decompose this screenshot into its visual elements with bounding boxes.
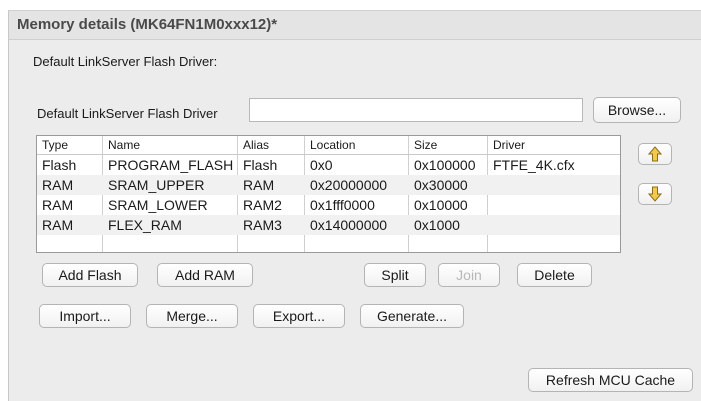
export-button[interactable]: Export... [253,304,345,328]
cell-alias[interactable]: RAM2 [243,197,282,213]
cell-location[interactable]: 0x14000000 [310,217,387,233]
cell-alias[interactable]: Flash [243,157,277,173]
panel-title: Memory details (MK64FN1M0xxx12)* [17,16,278,33]
cell-size[interactable]: 0x100000 [414,157,476,173]
header-alias[interactable]: Alias [243,138,269,152]
split-button[interactable]: Split [364,263,426,287]
move-up-button[interactable] [638,143,672,165]
add-ram-button[interactable]: Add RAM [157,263,253,287]
cell-size[interactable]: 0x30000 [414,177,468,193]
add-flash-button[interactable]: Add Flash [42,263,138,287]
header-size[interactable]: Size [414,138,437,152]
table-header: Type Name Alias Location Size Driver [37,136,620,155]
cell-type: RAM [42,197,74,213]
cell-size[interactable]: 0x1000 [414,217,460,233]
header-name[interactable]: Name [108,138,140,152]
cell-type: RAM [42,217,74,233]
header-driver[interactable]: Driver [493,138,525,152]
import-button[interactable]: Import... [39,304,131,328]
cell-alias[interactable]: RAM [243,177,274,193]
header-location[interactable]: Location [310,138,355,152]
table-row[interactable]: RAM SRAM_UPPER RAM 0x20000000 0x30000 [37,175,620,195]
table-row-empty [37,235,620,252]
driver-section-label: Default LinkServer Flash Driver: [33,54,218,69]
merge-button[interactable]: Merge... [146,304,238,328]
title-bar: Memory details (MK64FN1M0xxx12)* [9,11,701,40]
cell-location[interactable]: 0x1fff0000 [310,197,375,213]
join-button[interactable]: Join [438,263,500,287]
cell-name[interactable]: SRAM_UPPER [108,177,204,193]
table-row[interactable]: RAM FLEX_RAM RAM3 0x14000000 0x1000 [37,215,620,235]
delete-button[interactable]: Delete [517,263,592,287]
cell-size[interactable]: 0x10000 [414,197,468,213]
driver-path-input[interactable] [249,98,583,122]
arrow-up-icon [648,146,662,162]
cell-location[interactable]: 0x0 [310,157,333,173]
memory-details-panel: Memory details (MK64FN1M0xxx12)* Default… [8,10,701,401]
browse-button[interactable]: Browse... [593,97,681,123]
table-row[interactable]: RAM SRAM_LOWER RAM2 0x1fff0000 0x10000 [37,195,620,215]
driver-field-label: Default LinkServer Flash Driver [37,106,218,121]
cell-driver[interactable]: FTFE_4K.cfx [493,157,575,173]
refresh-mcu-cache-button[interactable]: Refresh MCU Cache [528,368,693,392]
table-row[interactable]: Flash PROGRAM_FLASH Flash 0x0 0x100000 F… [37,155,620,175]
cell-type: Flash [42,157,77,173]
cell-name[interactable]: SRAM_LOWER [108,197,208,213]
memory-table: Type Name Alias Location Size Driver Fla… [36,135,621,253]
move-down-button[interactable] [638,183,672,205]
cell-alias[interactable]: RAM3 [243,217,282,233]
header-type[interactable]: Type [42,138,68,152]
cell-location[interactable]: 0x20000000 [310,177,387,193]
cell-name[interactable]: PROGRAM_FLASH [108,157,233,173]
cell-type: RAM [42,177,74,193]
arrow-down-icon [648,186,662,202]
generate-button[interactable]: Generate... [360,304,464,328]
cell-name[interactable]: FLEX_RAM [108,217,182,233]
